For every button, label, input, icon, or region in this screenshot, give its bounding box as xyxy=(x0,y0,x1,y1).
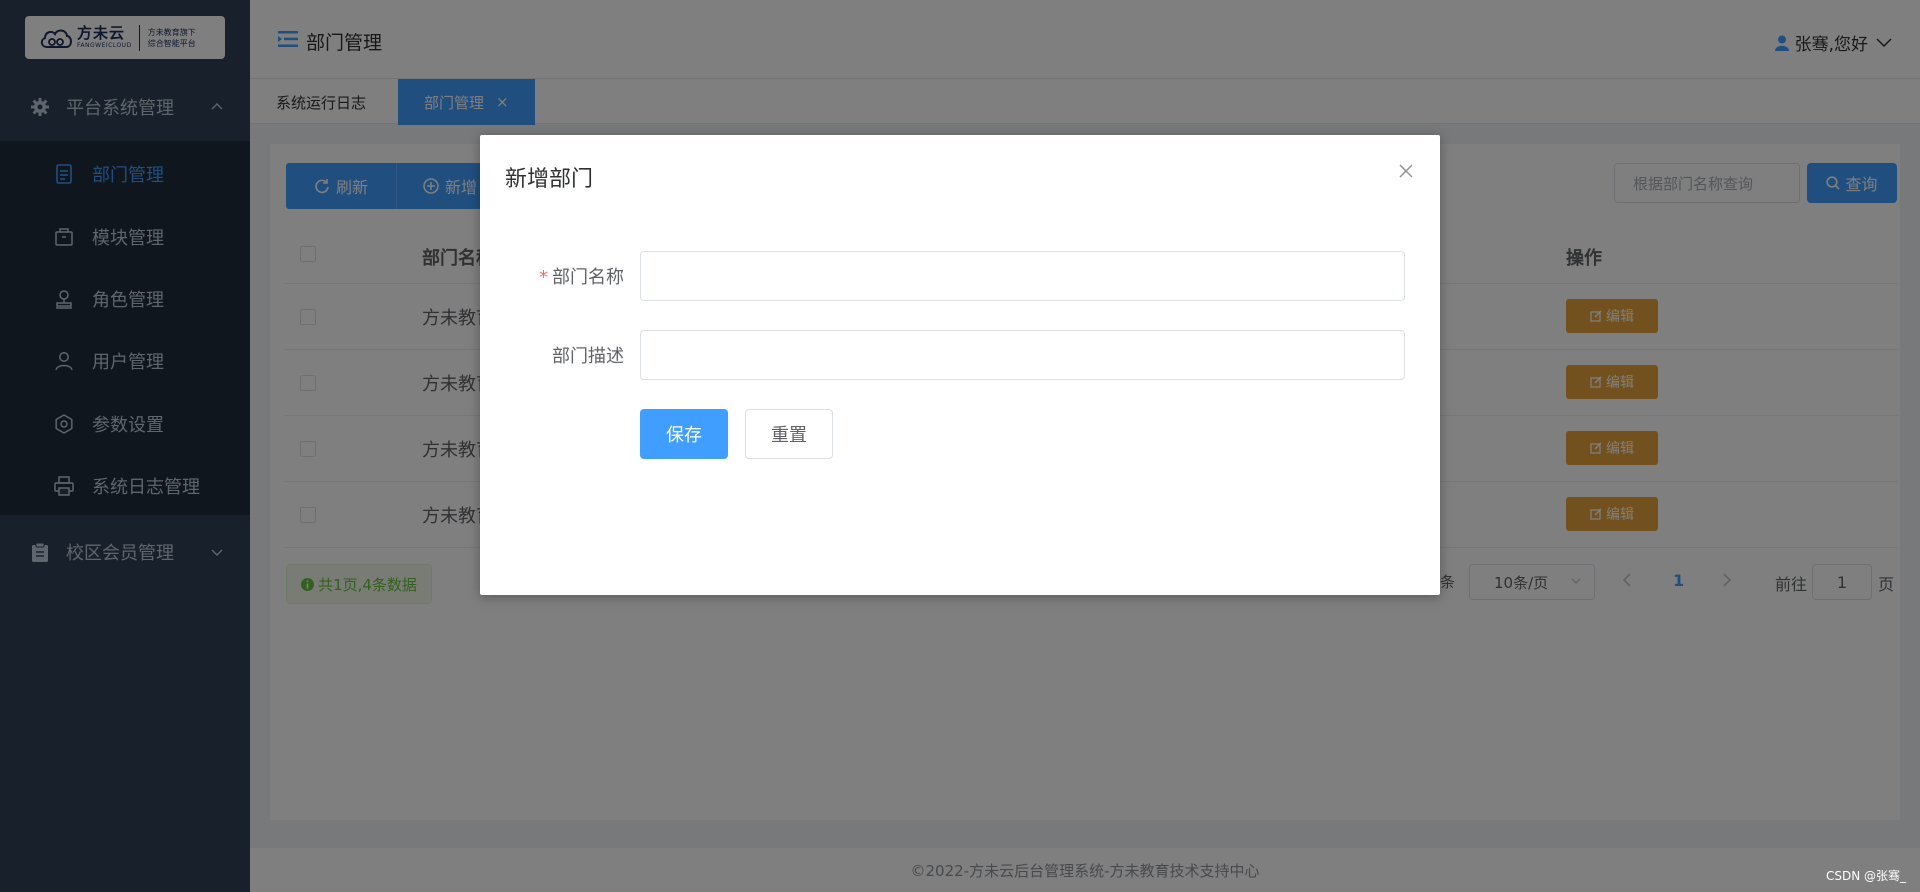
add-department-dialog: 新增部门 * 部门名称 部门描述 保存 重置 xyxy=(480,135,1440,595)
required-mark: * xyxy=(539,267,548,288)
reset-label: 重置 xyxy=(771,425,807,446)
department-desc-label: 部门描述 xyxy=(552,342,624,368)
close-icon[interactable] xyxy=(1398,163,1414,179)
department-name-label: * 部门名称 xyxy=(539,263,624,289)
department-name-label-text: 部门名称 xyxy=(552,267,624,288)
save-label: 保存 xyxy=(666,425,702,446)
department-desc-input[interactable] xyxy=(640,330,1405,380)
reset-button[interactable]: 重置 xyxy=(745,409,833,459)
department-name-input[interactable] xyxy=(640,251,1405,301)
watermark: CSDN @张骞_ xyxy=(1825,869,1906,883)
save-button[interactable]: 保存 xyxy=(640,409,728,459)
dialog-title: 新增部门 xyxy=(505,167,594,192)
department-desc-label-text: 部门描述 xyxy=(552,346,624,367)
